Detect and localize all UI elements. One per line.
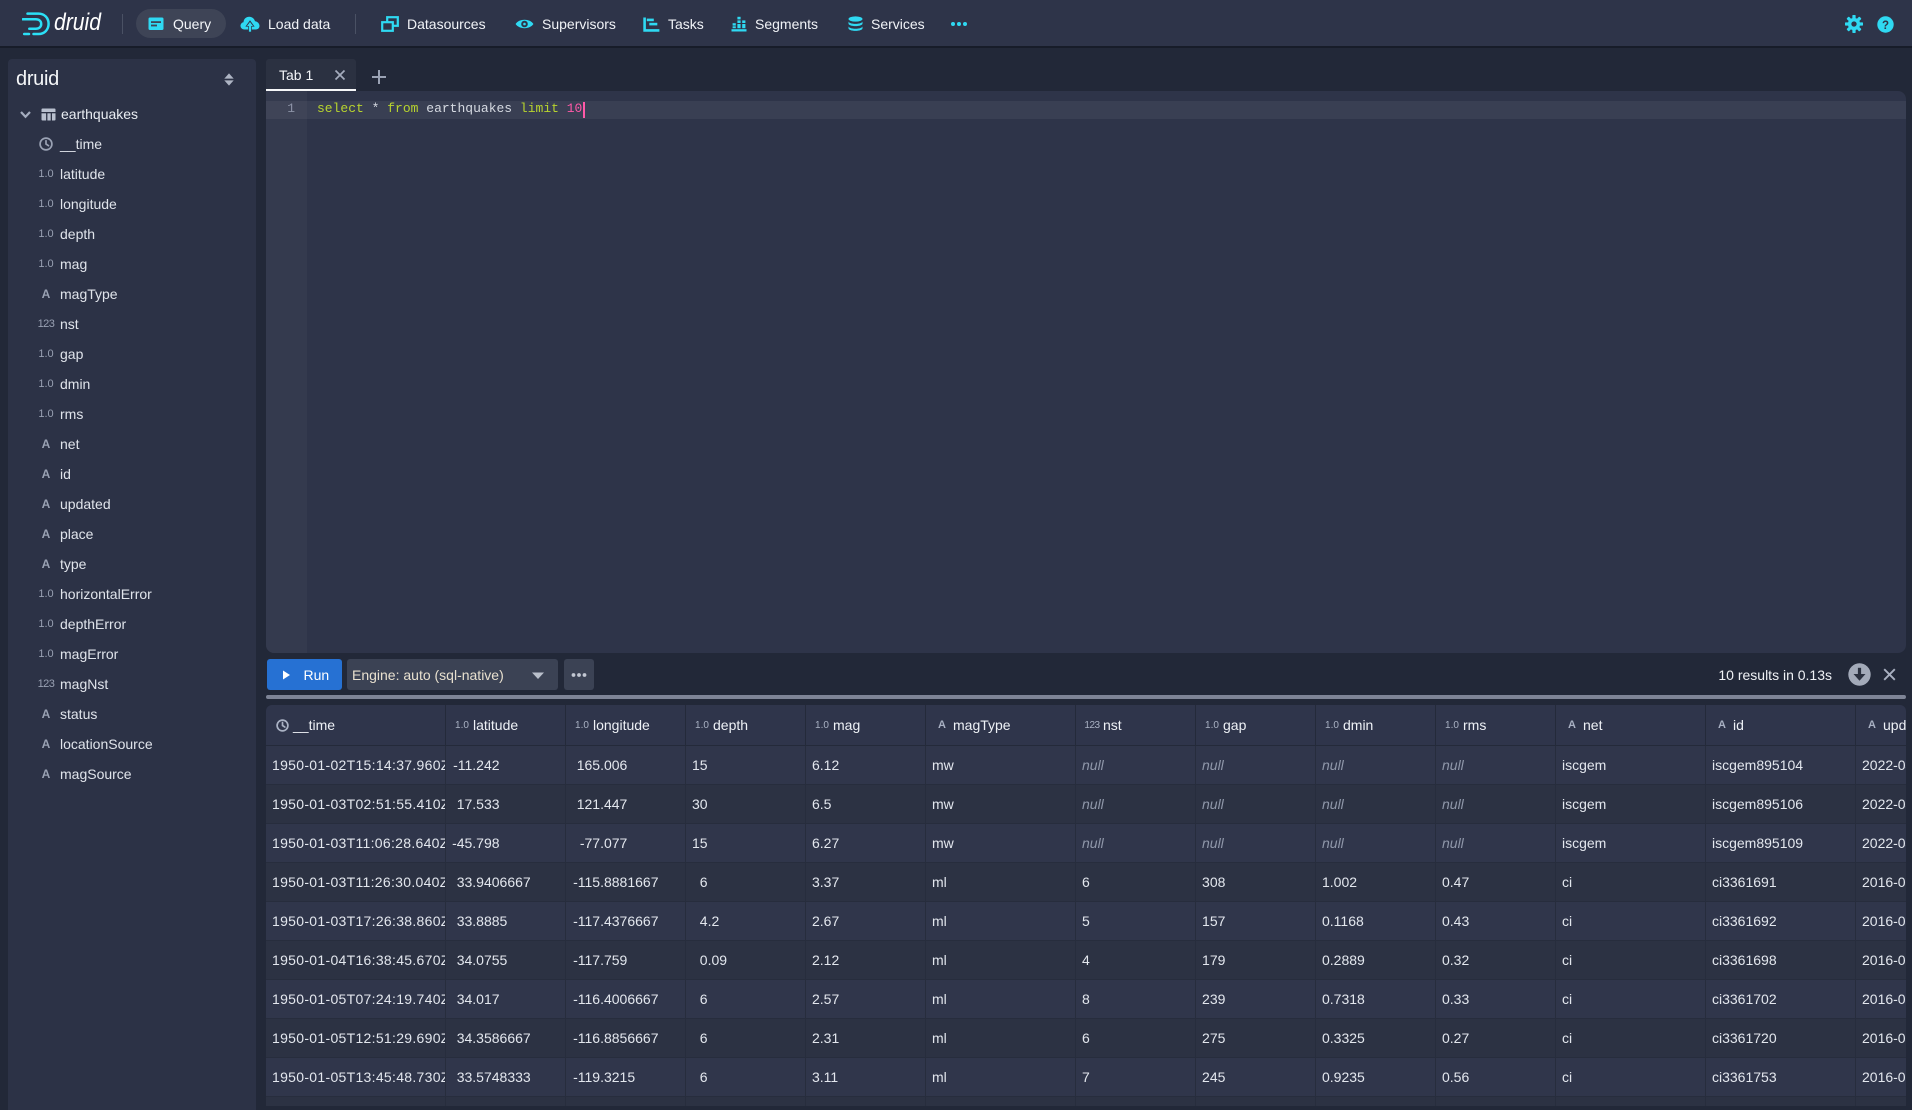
svg-text:?: ? (1882, 19, 1889, 31)
